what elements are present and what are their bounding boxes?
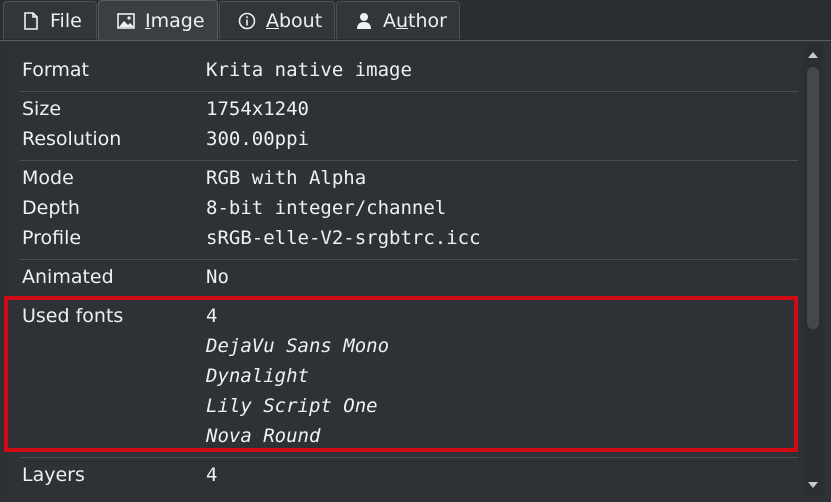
- person-icon: [355, 12, 373, 30]
- tab-about-label: About: [266, 10, 322, 32]
- info-icon: [238, 12, 256, 30]
- format-value: Krita native image: [206, 59, 412, 81]
- depth-value: 8-bit integer/channel: [206, 197, 447, 219]
- tab-file[interactable]: File: [3, 1, 97, 39]
- size-value: 1754x1240: [206, 98, 309, 120]
- document-icon: [22, 11, 40, 30]
- tab-author-mnemonic: u: [396, 9, 409, 32]
- tab-author[interactable]: Author: [336, 1, 460, 39]
- divider: [20, 259, 798, 260]
- tab-author-label-pre: A: [383, 9, 396, 32]
- scroll-up-arrow-icon[interactable]: [803, 45, 823, 65]
- resolution-value: 300.00ppi: [206, 128, 309, 150]
- tab-bar: File Image About Author: [0, 0, 831, 41]
- tab-about[interactable]: About: [219, 1, 335, 39]
- layers-value: 4: [206, 464, 218, 486]
- tab-author-label-rest: thor: [408, 9, 447, 32]
- tab-image[interactable]: Image: [98, 0, 218, 41]
- divider: [20, 457, 798, 458]
- vertical-scrollbar[interactable]: [803, 45, 823, 495]
- mode-value: RGB with Alpha: [206, 167, 367, 189]
- tab-about-mnemonic: A: [266, 9, 279, 32]
- resolution-label: Resolution: [22, 128, 122, 150]
- mode-label: Mode: [22, 167, 74, 189]
- animated-value: No: [206, 266, 229, 288]
- tab-file-label: File: [50, 9, 82, 32]
- tab-about-label-rest: bout: [279, 9, 323, 32]
- divider: [20, 91, 798, 92]
- used-fonts-highlight-box: [4, 296, 798, 452]
- layers-label: Layers: [22, 464, 85, 486]
- depth-label: Depth: [22, 197, 80, 219]
- size-label: Size: [22, 98, 62, 120]
- scroll-down-arrow-icon[interactable]: [803, 475, 823, 495]
- image-icon: [117, 12, 135, 30]
- format-label: Format: [22, 59, 89, 81]
- tab-author-label: Author: [383, 10, 447, 32]
- profile-label: Profile: [22, 227, 82, 249]
- tab-image-label: Image: [145, 10, 205, 32]
- profile-value: sRGB-elle-V2-srgbtrc.icc: [206, 227, 481, 249]
- scrollbar-thumb[interactable]: [807, 67, 819, 329]
- animated-label: Animated: [22, 266, 114, 288]
- tab-image-label-rest: mage: [150, 10, 205, 32]
- divider: [20, 160, 798, 161]
